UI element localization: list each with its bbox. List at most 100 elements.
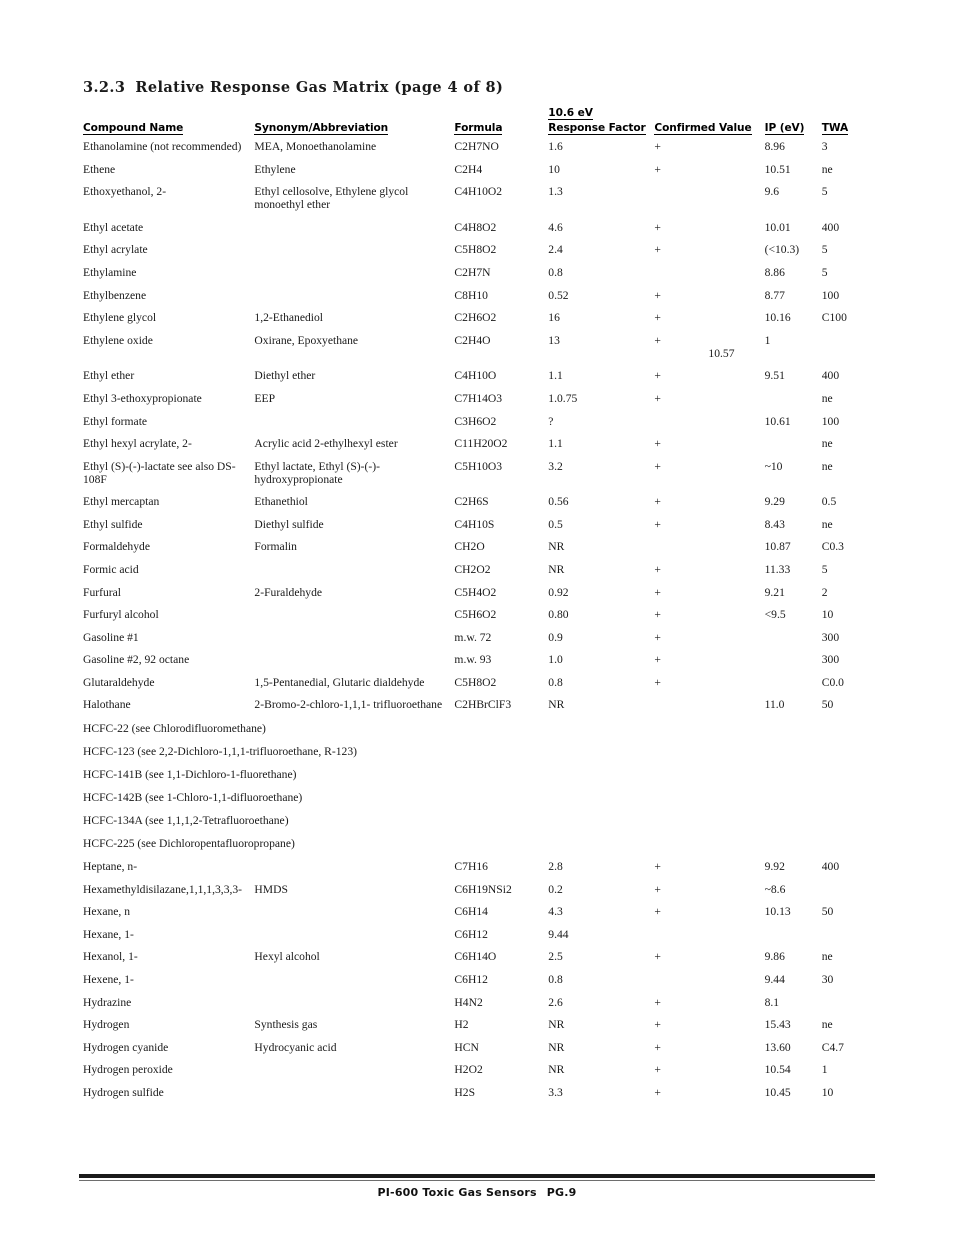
confirmed-value-number: 10.57	[708, 346, 735, 360]
cell-synonym: Hydrocyanic acid	[254, 1040, 337, 1054]
cell-response-factor: NR	[548, 562, 565, 576]
cell-ip: 8.43	[764, 517, 785, 531]
cell-compound-name: Heptane, n-	[83, 860, 138, 874]
cell-synonym: Diethyl sulfide	[254, 517, 324, 531]
cell-twa: 10	[821, 608, 834, 622]
cell-confirmed-value: +	[654, 220, 661, 234]
cell-confirmed-value: +	[654, 882, 661, 896]
footer-rule-thin	[79, 1180, 875, 1182]
cell-ip: 8.86	[764, 266, 785, 280]
cell-response-factor: NR	[548, 1018, 565, 1032]
cell-confirmed-value	[654, 963, 764, 986]
cell-confirmed-value: +	[654, 459, 661, 473]
cell-cross-reference-note: HCFC-225 (see Dichloropentafluoropropane…	[83, 837, 295, 851]
cell-compound-name: Hydrazine	[83, 995, 132, 1009]
cell-twa: ne	[821, 391, 833, 405]
table-row: HCFC-225 (see Dichloropentafluoropropane…	[83, 827, 883, 850]
cell-confirmed-value: +	[654, 860, 661, 874]
relative-response-gas-matrix-table: Compound Name Synonym/Abbreviation Formu…	[83, 107, 883, 1099]
cell-compound-name: Furfuryl alcohol	[83, 608, 159, 622]
cell-formula: C5H8O2	[454, 243, 497, 257]
cell-formula: C11H20O2	[454, 437, 508, 451]
cell-twa: 3	[821, 140, 828, 154]
cell-response-factor: 0.2	[548, 882, 563, 896]
column-header-response-factor: 10.6 eV Response Factor	[548, 107, 646, 136]
cell-formula: C5H10O3	[454, 459, 503, 473]
cell-synonym	[254, 963, 454, 986]
cell-synonym: 2-Furaldehyde	[254, 585, 323, 599]
cell-confirmed-value: +	[654, 995, 661, 1009]
cell-synonym	[254, 621, 454, 644]
cell-response-factor: 0.56	[548, 495, 569, 509]
table-row: HCFC-123 (see 2,2-Dichloro-1,1,1-trifluo…	[83, 735, 883, 758]
cell-synonym	[254, 599, 454, 622]
cell-twa: 400	[821, 369, 840, 383]
cell-synonym	[254, 553, 454, 576]
table-row: Furfural 2-Furaldehyde C5H4O2 0.92 +9.21 2	[83, 576, 883, 599]
cell-confirmed-value: +	[654, 675, 661, 689]
cell-response-factor: 13	[548, 333, 560, 347]
table-row: HCFC-142B (see 1-Chloro-1,1-difluoroetha…	[83, 781, 883, 804]
cell-twa: 2	[821, 585, 828, 599]
cell-formula: C7H14O3	[454, 391, 503, 405]
cell-confirmed-value	[654, 918, 764, 941]
cell-confirmed-value: +	[654, 437, 661, 451]
cell-synonym: EEP	[254, 391, 276, 405]
cell-compound-name: Formic acid	[83, 562, 139, 576]
cell-synonym	[254, 896, 454, 919]
cell-compound-name: Ethanolamine (not recommended)	[83, 140, 242, 154]
cell-twa: ne	[821, 162, 833, 176]
cell-ip: 8.96	[764, 140, 785, 154]
cell-ip: 9.21	[764, 585, 785, 599]
table-row: Ethylbenzene C8H10 0.52 +8.77 100	[83, 279, 883, 302]
section-title: Relative Response Gas Matrix (page 4 of …	[135, 79, 504, 96]
cell-twa: 5	[821, 562, 828, 576]
cell-ip: 9.6	[764, 185, 780, 199]
cell-confirmed-value: +	[654, 495, 661, 509]
cell-response-factor: NR	[548, 1040, 565, 1054]
cell-confirmed-value: +	[654, 517, 661, 531]
cell-cross-reference-note: HCFC-22 (see Chlorodifluoromethane)	[83, 721, 266, 735]
cell-synonym: HMDS	[254, 882, 288, 896]
table-row: Gasoline #1 m.w. 72 0.9 +300	[83, 621, 883, 644]
cell-compound-name: Ethyl acetate	[83, 220, 144, 234]
cell-twa: 300	[821, 653, 840, 667]
cell-response-factor: 0.52	[548, 288, 569, 302]
cell-twa: C100	[821, 311, 847, 325]
column-header-twa: TWA	[821, 122, 849, 136]
cell-formula: C7H16	[454, 860, 488, 874]
cell-twa	[822, 324, 883, 360]
cell-formula: CH2O2	[454, 562, 491, 576]
cell-compound-name: Gasoline #2, 92 octane	[83, 653, 190, 667]
cell-response-factor: 1.6	[548, 140, 563, 154]
cell-formula: C2H4	[454, 162, 483, 176]
table-row: Ethanolamine (not recommended) MEA, Monoe…	[83, 137, 883, 153]
cell-response-factor: NR	[548, 698, 565, 712]
cell-formula: m.w. 93	[454, 653, 492, 667]
cell-synonym: Ethyl cellosolve, Ethylene glycol monoet…	[254, 185, 409, 212]
cell-synonym: Oxirane, Epoxyethane	[254, 333, 359, 347]
cell-response-factor: 0.9	[548, 630, 563, 644]
cell-compound-name: Furfural	[83, 585, 121, 599]
cell-confirmed-value: +	[654, 288, 661, 302]
table-row: Ethyl ether Diethyl ether C4H10O 1.1 +9.51 40…	[83, 360, 883, 383]
cell-twa: ne	[821, 517, 833, 531]
cell-synonym: Synthesis gas	[254, 1018, 318, 1032]
cell-twa: C4.7	[821, 1040, 844, 1054]
cell-ip: 10.51	[764, 162, 791, 176]
cell-compound-name: Ethene	[83, 162, 116, 176]
cell-ip: 9.51	[764, 369, 785, 383]
table-row: Ethyl sulfide Diethyl sulfide C4H10S 0.5 +8.…	[83, 508, 883, 531]
cell-twa: C0.3	[821, 540, 844, 554]
cell-ip: 10.13	[764, 905, 791, 919]
cell-ip: 15.43	[764, 1018, 791, 1032]
footer-document-title: PI-600 Toxic Gas Sensors	[377, 1186, 537, 1199]
cell-formula: C2H7NO	[454, 140, 499, 154]
cell-compound-name: Ethyl sulfide	[83, 517, 143, 531]
cell-response-factor: 0.80	[548, 608, 569, 622]
cell-response-factor: 2.6	[548, 995, 563, 1009]
cell-formula: C5H6O2	[454, 608, 497, 622]
cell-compound-name: Hydrogen cyanide	[83, 1040, 169, 1054]
cell-response-factor: 0.8	[548, 266, 563, 280]
cell-confirmed-value: +	[654, 369, 661, 383]
